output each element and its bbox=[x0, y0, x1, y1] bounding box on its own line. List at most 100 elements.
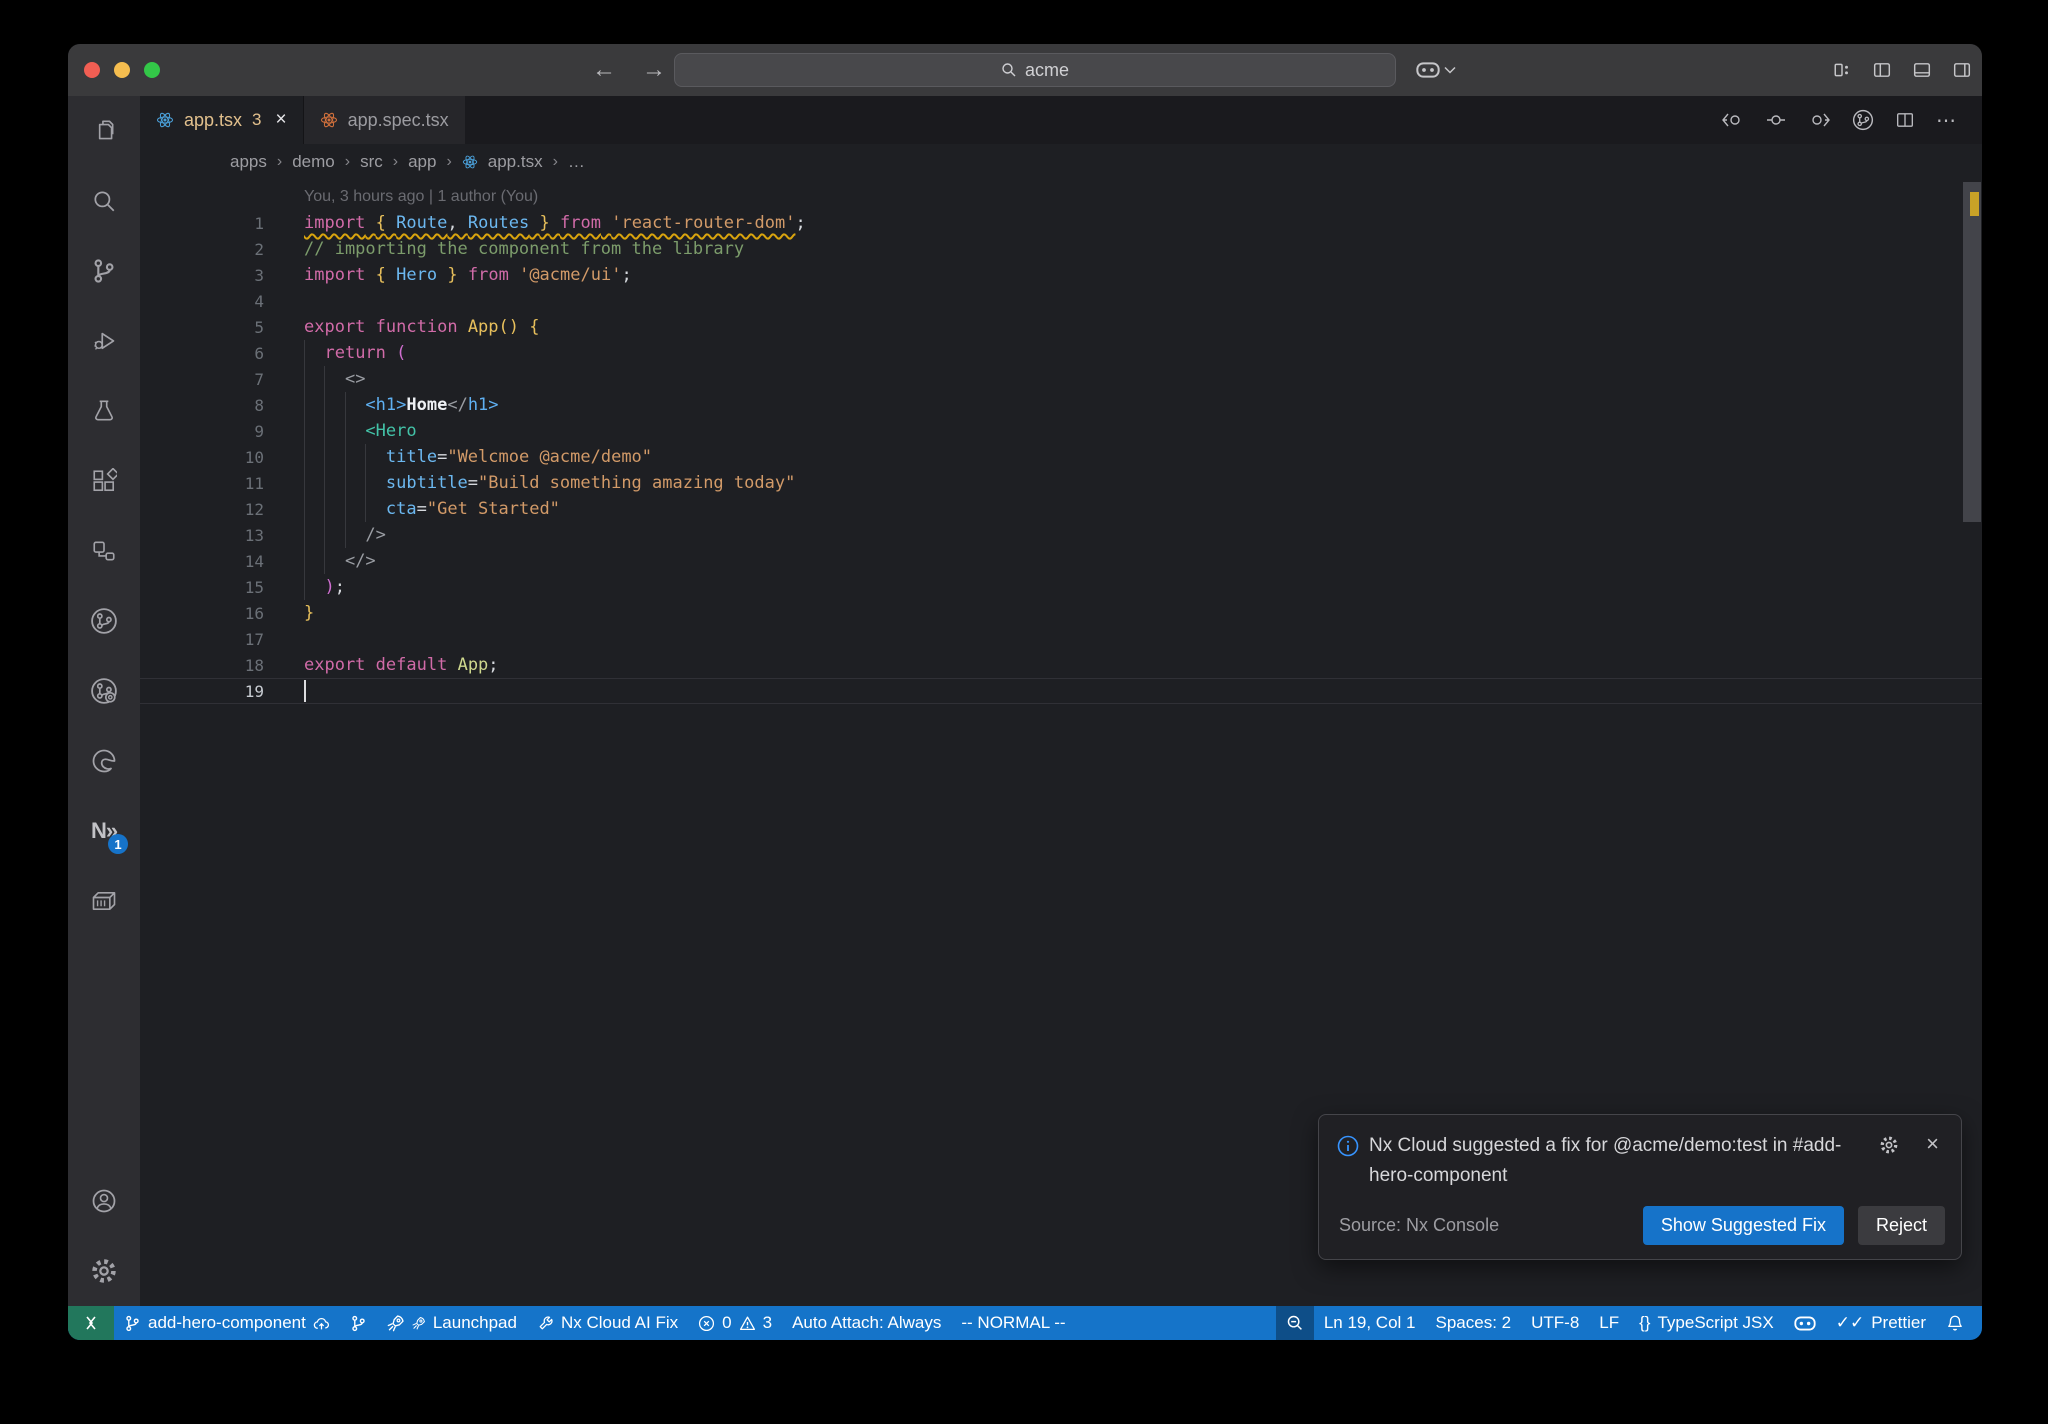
sidebar-item-project-graph[interactable] bbox=[68, 516, 140, 586]
code-line[interactable]: 10 title="Welcmoe @acme/demo" bbox=[140, 444, 1982, 470]
indent-guide bbox=[324, 392, 326, 418]
previous-change-icon[interactable] bbox=[1722, 112, 1744, 128]
indent-guide bbox=[304, 496, 305, 522]
remote-indicator[interactable] bbox=[68, 1306, 114, 1340]
code-line[interactable]: 3 import { Hero } from '@acme/ui'; bbox=[140, 262, 1982, 288]
code-text: import { Route, Routes } from 'react-rou… bbox=[304, 213, 806, 233]
sidebar-item-testing[interactable] bbox=[68, 376, 140, 446]
sidebar-item-nx-console[interactable]: N» 1 bbox=[68, 796, 140, 866]
code-line[interactable]: 12 cta="Get Started" bbox=[140, 496, 1982, 522]
code-text: } bbox=[304, 603, 315, 623]
notification-close-icon[interactable]: × bbox=[1926, 1131, 1939, 1157]
reject-button[interactable]: Reject bbox=[1857, 1206, 1945, 1245]
auto-attach-status[interactable]: Auto Attach: Always bbox=[782, 1306, 951, 1340]
sidebar-item-run-debug[interactable] bbox=[68, 306, 140, 376]
breadcrumb-apps[interactable]: apps bbox=[230, 152, 267, 172]
notifications-status[interactable] bbox=[1936, 1306, 1974, 1340]
eol-status[interactable]: LF bbox=[1589, 1306, 1629, 1340]
code-line[interactable]: 6 return ( bbox=[140, 340, 1982, 366]
notification-settings-icon[interactable] bbox=[1879, 1135, 1899, 1155]
git-graph-status[interactable] bbox=[340, 1306, 377, 1340]
toggle-primary-sidebar-button[interactable] bbox=[1862, 44, 1902, 96]
tab-app-tsx[interactable]: app.tsx 3 × bbox=[140, 96, 303, 144]
code-line[interactable]: 7 <> bbox=[140, 366, 1982, 392]
breadcrumb-symbol[interactable]: … bbox=[568, 152, 585, 172]
breadcrumb-src[interactable]: src bbox=[360, 152, 383, 172]
code-line[interactable]: 4 bbox=[140, 288, 1982, 314]
tab-app-spec-tsx[interactable]: app.spec.tsx bbox=[302, 96, 465, 144]
sidebar-item-extensions[interactable] bbox=[68, 446, 140, 516]
search-value: acme bbox=[1024, 59, 1069, 80]
toggle-secondary-sidebar-button[interactable] bbox=[1942, 44, 1982, 96]
line-number: 4 bbox=[254, 291, 264, 311]
breadcrumb-file[interactable]: app.tsx bbox=[488, 152, 543, 172]
sidebar-item-gitlens[interactable] bbox=[68, 656, 140, 726]
copilot-icon bbox=[1794, 1315, 1816, 1332]
copilot-menu-button[interactable] bbox=[1416, 44, 1456, 96]
launchpad-status[interactable]: Launchpad bbox=[377, 1306, 527, 1340]
indent-guide bbox=[365, 444, 367, 470]
rocket-icon-small bbox=[412, 1316, 426, 1330]
container-icon bbox=[92, 892, 116, 910]
copilot-status[interactable] bbox=[1784, 1306, 1826, 1340]
toggle-panel-button[interactable] bbox=[1902, 44, 1942, 96]
zoom-status[interactable] bbox=[1275, 1306, 1314, 1340]
code-line[interactable]: 14 </> bbox=[140, 548, 1982, 574]
code-line[interactable]: 15 ); bbox=[140, 574, 1982, 600]
nx-cloud-fix-status[interactable]: Nx Cloud AI Fix bbox=[527, 1306, 688, 1340]
sidebar-item-source-control[interactable] bbox=[68, 236, 140, 306]
scrollbar-thumb[interactable] bbox=[1963, 182, 1981, 522]
navigate-forward-button[interactable]: → bbox=[642, 56, 666, 84]
file-history-icon[interactable] bbox=[1852, 109, 1874, 131]
git-branch-status[interactable]: add-hero-component bbox=[114, 1306, 340, 1340]
show-suggested-fix-button[interactable]: Show Suggested Fix bbox=[1642, 1206, 1844, 1245]
breadcrumb-app[interactable]: app bbox=[408, 152, 436, 172]
code-line[interactable]: 5 export function App() { bbox=[140, 314, 1982, 340]
code-line[interactable]: 19 bbox=[140, 678, 1982, 704]
sidebar-item-edge-devtools[interactable] bbox=[68, 726, 140, 796]
next-change-icon[interactable] bbox=[1808, 112, 1830, 128]
revision-icon[interactable] bbox=[1766, 112, 1786, 128]
split-editor-icon[interactable] bbox=[1896, 111, 1914, 129]
sidebar-item-containers[interactable] bbox=[68, 866, 140, 936]
code-line[interactable]: 11 subtitle="Build something amazing tod… bbox=[140, 470, 1982, 496]
panel-bottom-icon bbox=[1913, 63, 1931, 77]
vim-mode-status[interactable]: -- NORMAL -- bbox=[951, 1306, 1075, 1340]
navigate-back-button[interactable]: ← bbox=[592, 56, 616, 84]
breadcrumb-demo[interactable]: demo bbox=[292, 152, 335, 172]
vertical-scrollbar[interactable] bbox=[1962, 180, 1982, 1306]
command-center-search[interactable]: acme bbox=[674, 53, 1396, 87]
minimize-window-button[interactable] bbox=[114, 62, 130, 78]
code-line[interactable]: 9 <Hero bbox=[140, 418, 1982, 444]
indent-guide bbox=[324, 366, 326, 392]
sidebar-item-search[interactable] bbox=[68, 166, 140, 236]
code-line[interactable]: 2 // importing the component from the lib… bbox=[140, 236, 1982, 262]
code-line[interactable]: 17 bbox=[140, 626, 1982, 652]
line-number: 6 bbox=[254, 343, 264, 363]
code-line[interactable]: 1 import { Route, Routes } from 'react-ro… bbox=[140, 210, 1982, 236]
problems-status[interactable]: 0 3 bbox=[688, 1306, 782, 1340]
indentation-status[interactable]: Spaces: 2 bbox=[1426, 1306, 1522, 1340]
indent-guide bbox=[324, 444, 326, 470]
settings-button[interactable] bbox=[68, 1236, 140, 1306]
zoom-window-button[interactable] bbox=[144, 62, 160, 78]
account-button[interactable] bbox=[68, 1166, 140, 1236]
code-line[interactable]: 8 <h1>Home</h1> bbox=[140, 392, 1982, 418]
sidebar-item-explorer[interactable] bbox=[68, 96, 140, 166]
code-line[interactable]: 18 export default App; bbox=[140, 652, 1982, 678]
language-mode-status[interactable]: {} TypeScript JSX bbox=[1629, 1306, 1784, 1340]
encoding-status[interactable]: UTF-8 bbox=[1521, 1306, 1589, 1340]
close-tab-icon[interactable]: × bbox=[276, 109, 287, 131]
customize-layout-button[interactable] bbox=[1822, 44, 1862, 96]
sidebar-item-git-graph[interactable] bbox=[68, 586, 140, 656]
react-icon bbox=[320, 111, 338, 129]
code-line[interactable]: 16} bbox=[140, 600, 1982, 626]
editor[interactable]: You, 3 hours ago | 1 author (You) 1 impor… bbox=[140, 180, 1982, 1306]
more-actions-icon[interactable]: ⋯ bbox=[1936, 108, 1956, 133]
search-icon bbox=[94, 191, 115, 212]
cursor-position-status[interactable]: Ln 19, Col 1 bbox=[1314, 1306, 1426, 1340]
formatter-status[interactable]: ✓✓ Prettier bbox=[1826, 1306, 1936, 1340]
copilot-icon bbox=[1416, 60, 1440, 80]
code-line[interactable]: 13 /> bbox=[140, 522, 1982, 548]
close-window-button[interactable] bbox=[84, 62, 100, 78]
